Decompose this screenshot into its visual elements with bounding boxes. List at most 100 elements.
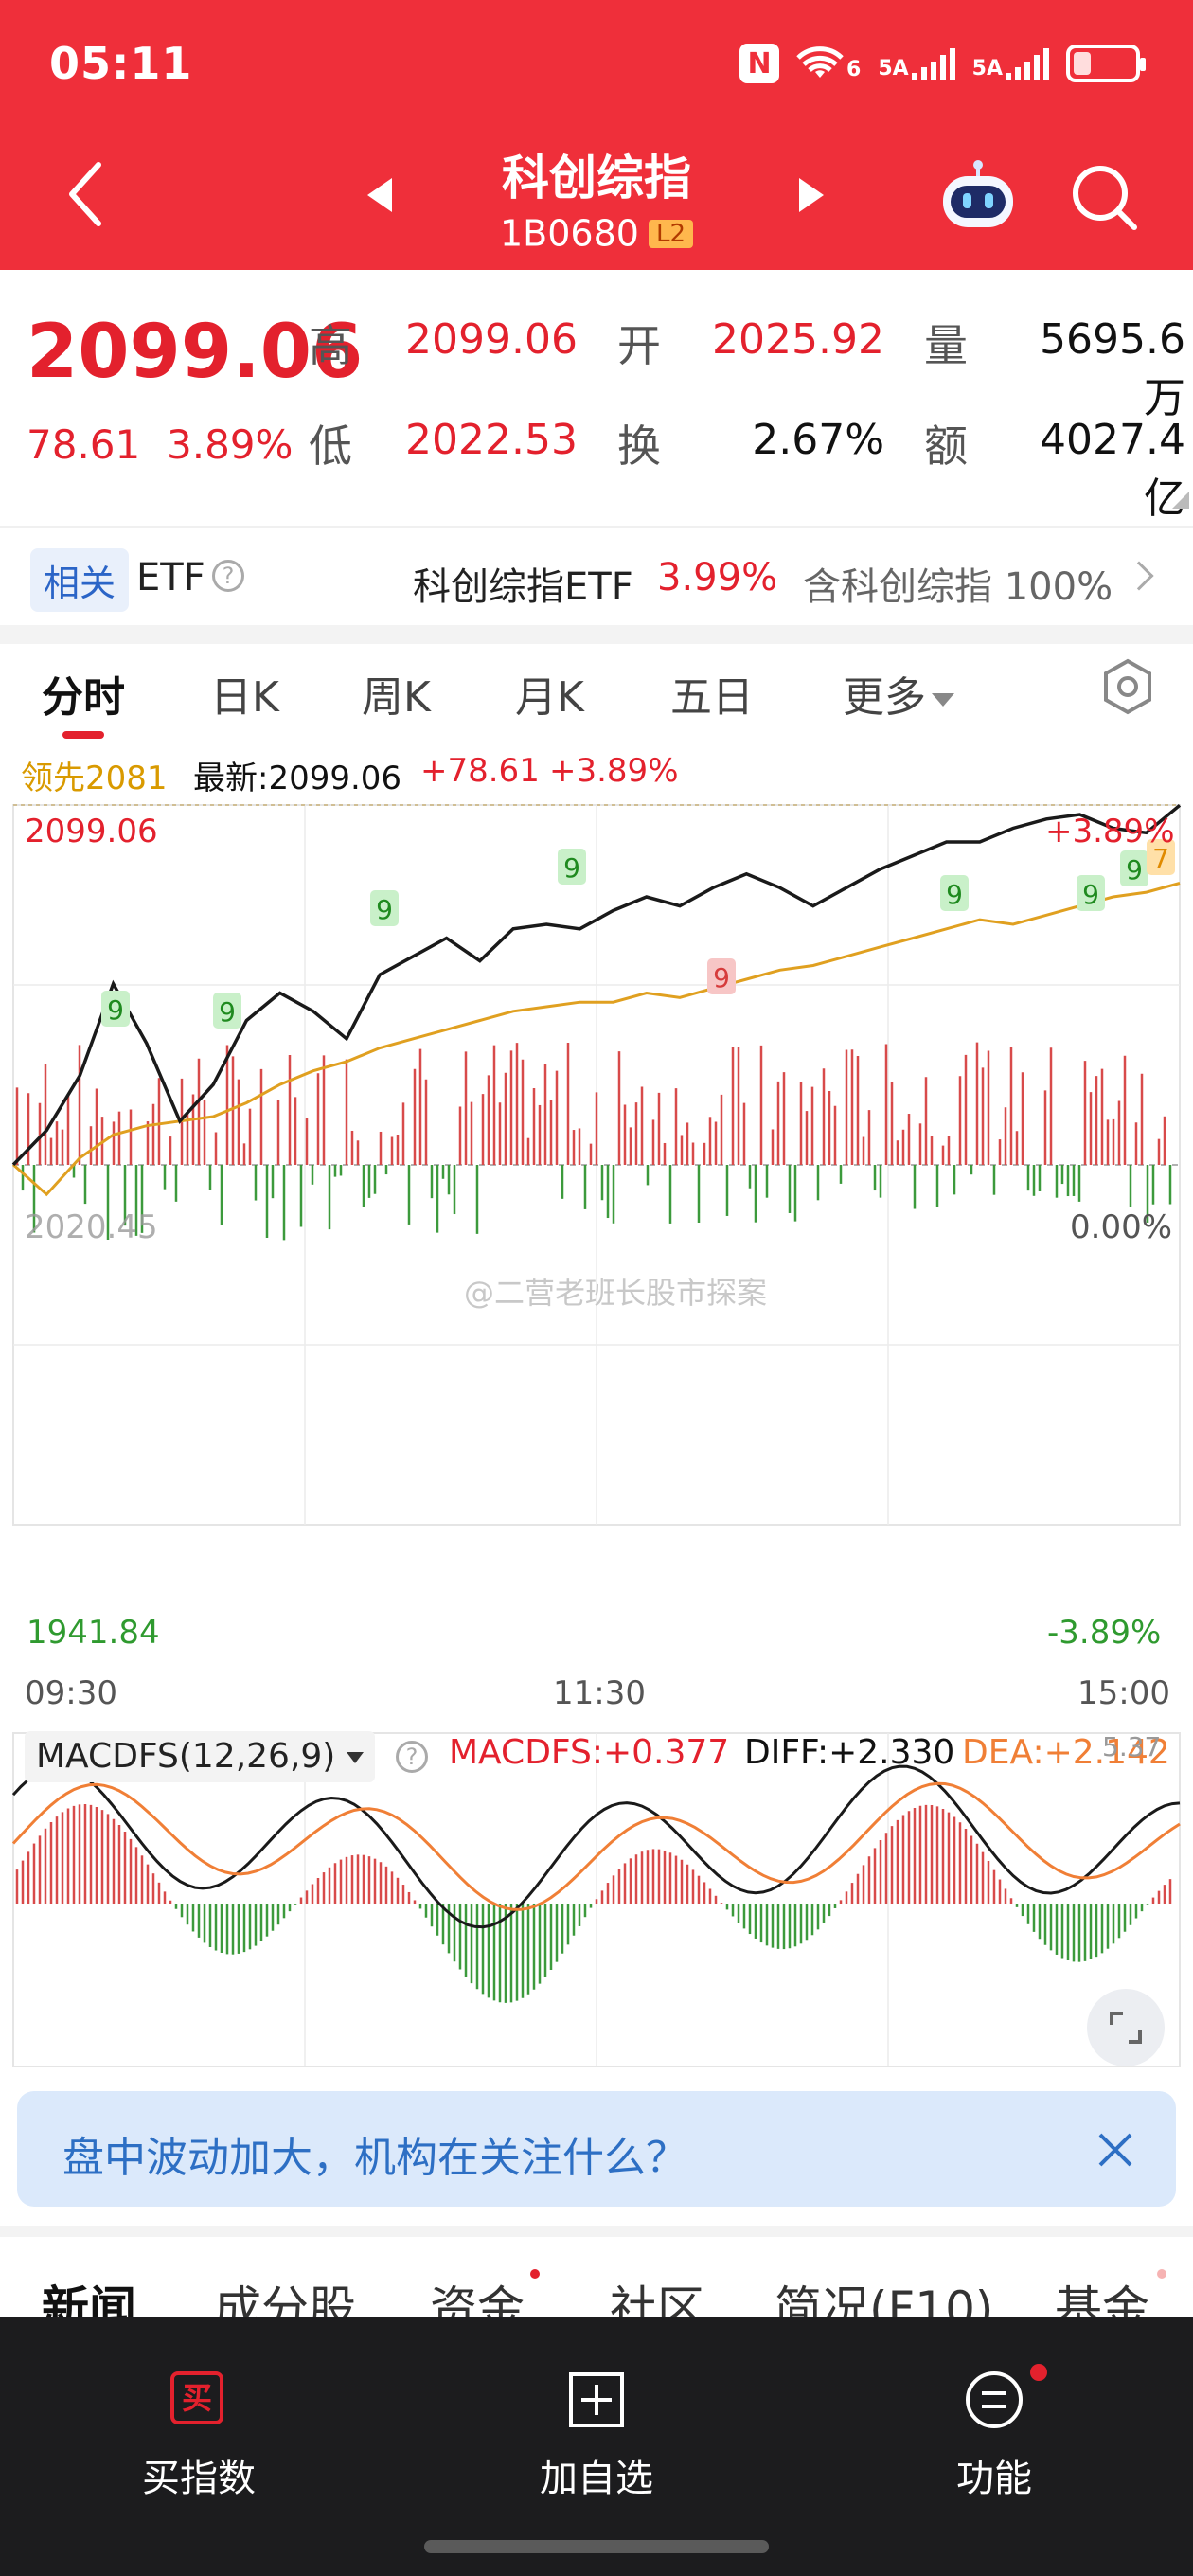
related-badge: 相关 bbox=[30, 548, 130, 612]
high-value: 2099.06 bbox=[405, 315, 578, 364]
macd-scale: 5.37 bbox=[1102, 1731, 1162, 1762]
time-start: 09:30 bbox=[25, 1674, 117, 1712]
expand-corner-icon[interactable] bbox=[1172, 492, 1189, 509]
chevron-right-icon bbox=[1124, 561, 1154, 591]
status-time: 05:11 bbox=[49, 38, 193, 89]
amount-value: 4027.4亿 bbox=[1040, 416, 1185, 523]
etf-contain-label: 含科创综指 bbox=[803, 565, 992, 609]
signal-icon-1: 5A bbox=[878, 46, 955, 80]
zero-pct-label: 0.00% bbox=[1070, 1208, 1173, 1246]
buy-index-label: 买指数 bbox=[142, 2457, 256, 2500]
macdfs-value: MACDFS:+0.377 bbox=[449, 1733, 730, 1772]
signal-marker-label: 9 bbox=[713, 962, 730, 993]
latest-price: 最新:2099.06 bbox=[193, 760, 402, 797]
signal-marker-label: 9 bbox=[376, 894, 393, 925]
signal-marker-label: 9 bbox=[107, 994, 124, 1026]
volume-value: 5695.6万 bbox=[1040, 315, 1185, 422]
signal-label-1: 5A bbox=[878, 57, 909, 80]
volume-bars bbox=[15, 1042, 1172, 1241]
tab-more-label: 更多 bbox=[843, 673, 926, 722]
help-icon[interactable]: ? bbox=[212, 560, 244, 592]
etf-name: 科创综指ETF bbox=[413, 565, 633, 609]
min-pct-label: -3.89% bbox=[1047, 1614, 1162, 1652]
buy-icon: 买 bbox=[170, 2371, 223, 2424]
tab-more[interactable]: 更多 bbox=[843, 663, 954, 724]
tab-intraday[interactable]: 分时 bbox=[42, 663, 125, 724]
signal-label-2: 5A bbox=[971, 57, 1003, 80]
latest-change-pct: +3.89% bbox=[549, 752, 679, 790]
diff-value: DIFF:+2.330 bbox=[744, 1733, 955, 1772]
macd-bars bbox=[15, 1804, 1172, 2003]
info-tabs: 新闻 成分股 资金 社区 简况(F10) 基金 bbox=[0, 2235, 1193, 2336]
chart-period-tabs: 分时 日K 周K 月K 五日 更多 bbox=[0, 644, 1193, 739]
price-change-pct: 3.89% bbox=[167, 421, 294, 468]
low-value: 2022.53 bbox=[405, 416, 578, 464]
robot-assistant-icon[interactable] bbox=[937, 159, 1019, 231]
settings-icon[interactable] bbox=[1098, 657, 1157, 716]
menu-icon bbox=[966, 2371, 1023, 2428]
wifi-label: 6 bbox=[846, 58, 862, 81]
red-dot-icon bbox=[530, 2269, 540, 2279]
lead-index: 领先2081 bbox=[21, 760, 168, 797]
macd-selector-label: MACDFS(12,26,9) bbox=[36, 1737, 336, 1776]
max-pct-label: +3.89% bbox=[1045, 813, 1175, 850]
signal-marker-label: 9 bbox=[1126, 854, 1143, 886]
amount-label: 额 bbox=[924, 420, 968, 472]
quote-panel: 2099.06 78.61 3.89% 高 2099.06 低 2022.53 … bbox=[0, 270, 1193, 526]
section-divider bbox=[0, 625, 1193, 644]
close-icon[interactable] bbox=[1095, 2129, 1136, 2171]
function-label: 功能 bbox=[956, 2457, 1032, 2500]
stock-code: 1B0680 bbox=[500, 212, 639, 255]
etf-change-pct: 3.99% bbox=[657, 556, 778, 599]
home-indicator[interactable] bbox=[424, 2540, 769, 2553]
buy-index-button[interactable]: 买 买指数 bbox=[0, 2317, 398, 2506]
nfc-icon: N bbox=[739, 44, 779, 83]
add-icon bbox=[569, 2372, 624, 2427]
time-end: 15:00 bbox=[1077, 1674, 1170, 1712]
latest-change: +78.61 bbox=[420, 752, 540, 790]
price-change: 78.61 bbox=[27, 421, 141, 468]
red-dot-icon bbox=[1030, 2364, 1047, 2381]
tab-daily-k[interactable]: 日K bbox=[210, 663, 279, 724]
open-label: 开 bbox=[617, 320, 661, 371]
watermark: @二营老班长股市探案 bbox=[464, 1275, 768, 1311]
level-badge: L2 bbox=[648, 219, 693, 248]
low-label: 低 bbox=[309, 420, 352, 472]
caret-down-icon bbox=[347, 1752, 365, 1763]
active-tab-underline bbox=[62, 731, 104, 739]
caret-down-icon bbox=[932, 693, 954, 707]
fullscreen-button[interactable] bbox=[1087, 1989, 1165, 2066]
chart-info-line: 领先2081 最新:2099.06 +78.61 +3.89% bbox=[0, 748, 1193, 797]
related-etf-row[interactable]: 相关 ETF ? 科创综指ETF 3.99% 含科创综指 100% bbox=[0, 526, 1193, 625]
expand-icon bbox=[1110, 2012, 1142, 2044]
status-icons: N 6 5A 5A bbox=[739, 44, 1146, 83]
high-label: 高 bbox=[309, 320, 352, 371]
signal-marker-label: 9 bbox=[946, 879, 963, 910]
signal-marker-label: 9 bbox=[563, 852, 580, 884]
header-bar: 05:11 N 6 5A 5A 科创综指 1B0680 L2 bbox=[0, 0, 1193, 270]
signal-markers: 9 99999 99 7 bbox=[101, 839, 1175, 1029]
tab-weekly-k[interactable]: 周K bbox=[362, 663, 431, 724]
time-mid: 11:30 bbox=[553, 1674, 646, 1712]
intraday-chart[interactable]: 9 99999 99 7 bbox=[0, 796, 1193, 1667]
turnover-value: 2.67% bbox=[752, 416, 884, 464]
bottom-action-bar: 买 买指数 加自选 功能 bbox=[0, 2317, 1193, 2576]
signal-marker-label: 9 bbox=[219, 996, 236, 1028]
turnover-label: 换 bbox=[617, 420, 661, 472]
volume-label: 量 bbox=[924, 320, 968, 371]
tab-monthly-k[interactable]: 月K bbox=[515, 663, 584, 724]
open-value: 2025.92 bbox=[712, 315, 884, 364]
etf-contain: 含科创综指 100% bbox=[803, 556, 1113, 611]
wifi-icon: 6 bbox=[796, 45, 861, 81]
news-banner[interactable]: 盘中波动加大，机构在关注什么？ bbox=[17, 2091, 1176, 2207]
signal-marker-label: 9 bbox=[1082, 879, 1099, 910]
macd-selector[interactable]: MACDFS(12,26,9) bbox=[25, 1731, 376, 1782]
tab-five-day[interactable]: 五日 bbox=[670, 663, 754, 724]
max-price-label: 2099.06 bbox=[25, 813, 158, 850]
banner-text: 盘中波动加大，机构在关注什么？ bbox=[62, 2134, 687, 2182]
search-icon[interactable] bbox=[1068, 161, 1140, 233]
red-dot-icon bbox=[1157, 2269, 1166, 2279]
function-button[interactable]: 功能 bbox=[795, 2317, 1193, 2506]
add-watchlist-button[interactable]: 加自选 bbox=[398, 2317, 795, 2506]
macd-help-icon[interactable]: ? bbox=[396, 1741, 428, 1773]
